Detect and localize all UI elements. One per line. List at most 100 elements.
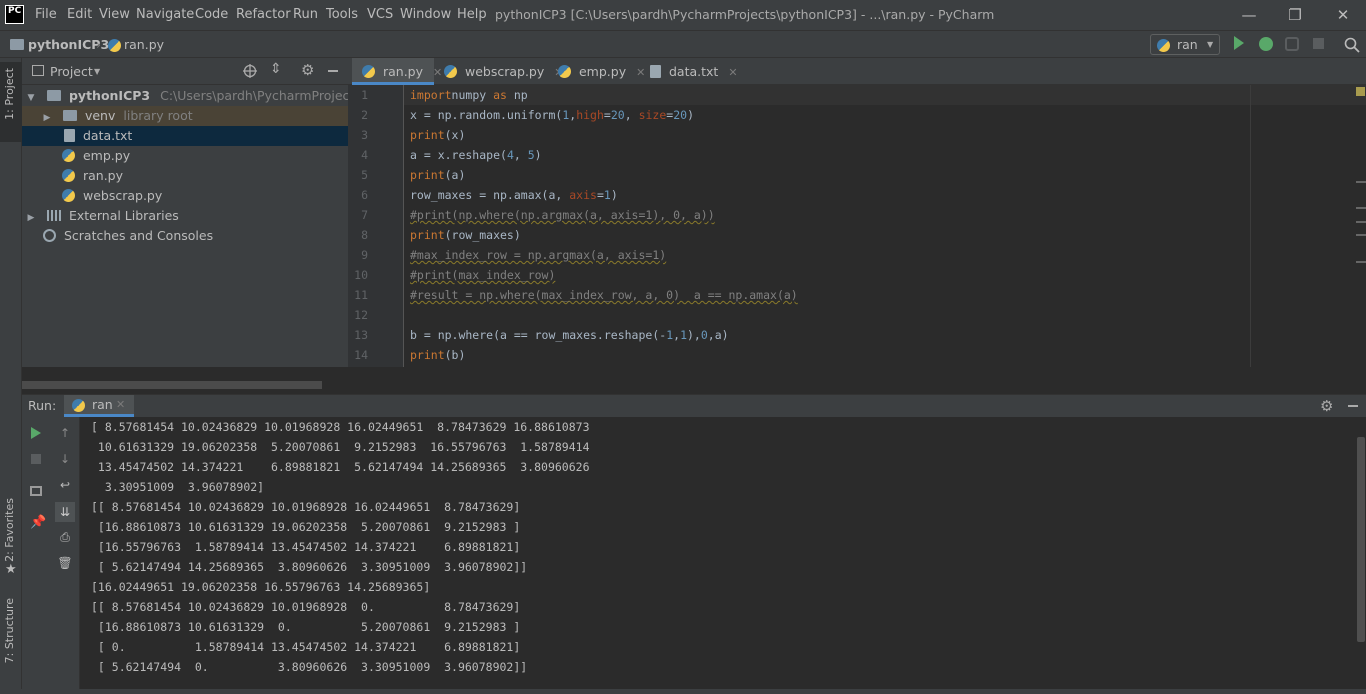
code-line: print(a) <box>410 168 466 182</box>
menu-vcs[interactable]: VCS <box>367 0 393 30</box>
inspection-warning-icon[interactable] <box>1356 87 1365 96</box>
code-editor[interactable]: importnumpy as np x = np.random.uniform(1… <box>404 85 1366 367</box>
tool-tab-structure[interactable]: 7: Structure <box>3 598 19 663</box>
minimize-window-button[interactable]: — <box>1226 0 1272 30</box>
venv-hint: library root <box>123 108 193 123</box>
console-output-line: [16.55796763 1.58789414 13.45474502 14.3… <box>91 540 521 554</box>
python-file-icon <box>62 189 75 202</box>
project-horizontal-scrollbar[interactable] <box>22 381 322 389</box>
status-bar <box>0 689 1366 694</box>
pin-icon[interactable]: 📌 <box>30 515 46 530</box>
project-root-path: C:\Users\pardh\PycharmProjects\python <box>160 88 348 103</box>
tree-row-file[interactable]: ran.py <box>22 166 348 186</box>
code-line: #result = np.where(max_index_row, a, 0) … <box>410 288 798 302</box>
search-icon[interactable] <box>1344 37 1360 53</box>
tree-row-venv[interactable]: ▶ venv library root <box>22 106 348 126</box>
navigation-bar: pythonICP3 › ran.py ran ▼ <box>0 30 1366 58</box>
editor-tab-bar: ran.py ✕ webscrap.py ✕ emp.py ✕ data.txt… <box>348 58 1366 85</box>
project-panel-header: Project ▼ ⇕ ⚙ <box>22 58 348 85</box>
breadcrumb-file[interactable]: ran.py <box>124 31 164 59</box>
rerun-icon[interactable] <box>31 427 41 439</box>
console-output[interactable]: [ 8.57681454 10.02436829 10.01968928 16.… <box>80 417 1352 689</box>
scratches-icon <box>43 229 56 242</box>
menu-window[interactable]: Window <box>400 0 451 30</box>
close-icon[interactable]: ✕ <box>116 395 125 415</box>
close-window-button[interactable]: ✕ <box>1320 0 1366 30</box>
run-icon[interactable] <box>1234 36 1244 50</box>
error-stripe-mark <box>1356 181 1366 183</box>
tab-webscrap-py[interactable]: webscrap.py ✕ <box>434 58 563 85</box>
console-output-line: [ 0. 1.58789414 13.45474502 14.374221 6.… <box>91 640 521 654</box>
code-line: x = np.random.uniform(1,high=20, size=20… <box>410 108 694 122</box>
line-number: 6 <box>361 188 368 202</box>
menu-help[interactable]: Help <box>457 0 487 30</box>
restore-window-button[interactable]: ❐ <box>1272 0 1318 30</box>
menu-refactor[interactable]: Refactor <box>236 0 291 30</box>
scroll-end-icon[interactable]: ⇊ <box>55 502 75 522</box>
pycharm-logo-icon: PC <box>5 5 24 24</box>
globe-icon[interactable] <box>243 64 257 78</box>
menu-tools[interactable]: Tools <box>326 0 358 30</box>
tab-emp-py[interactable]: emp.py ✕ <box>544 58 645 85</box>
close-icon[interactable]: ✕ <box>728 66 737 79</box>
line-number: 1 <box>361 88 368 102</box>
chevron-down-icon: ▼ <box>1207 40 1214 49</box>
tab-label: ran.py <box>382 64 424 79</box>
project-view-selector[interactable]: Project <box>50 58 93 85</box>
project-view-icon <box>32 65 44 76</box>
tree-row-file[interactable]: emp.py <box>22 146 348 166</box>
project-root-name: pythonICP3 <box>68 88 151 103</box>
debug-icon[interactable] <box>1259 37 1273 51</box>
code-line: b = np.where(a == row_maxes.reshape(-1,1… <box>410 328 729 342</box>
collapsed-arrow-icon: ▶ <box>43 113 51 123</box>
tool-tab-favorites[interactable]: 2: Favorites <box>3 498 19 562</box>
tree-row-file[interactable]: webscrap.py <box>22 186 348 206</box>
tree-row-file[interactable]: data.txt <box>22 126 348 146</box>
coverage-icon[interactable] <box>1285 37 1299 51</box>
python-file-icon <box>72 399 85 412</box>
run-config-dropdown[interactable]: ran ▼ <box>1150 34 1220 55</box>
file-name: webscrap.py <box>82 188 163 203</box>
console-scroll-thumb[interactable] <box>1357 437 1365 642</box>
left-tool-stripe: 1: Project 2: Favorites ★ 7: Structure <box>0 58 22 694</box>
menu-view[interactable]: View <box>99 0 130 30</box>
console-output-line: [[ 8.57681454 10.02436829 10.01968928 16… <box>91 500 521 514</box>
run-tab-label: ran <box>92 397 113 412</box>
up-icon[interactable]: ↑ <box>57 425 73 441</box>
folder-icon <box>10 39 24 50</box>
soft-wrap-icon[interactable]: ↩ <box>57 477 73 493</box>
menu-edit[interactable]: Edit <box>67 0 92 30</box>
tree-row-project-root[interactable]: ▼ pythonICP3 C:\Users\pardh\PycharmProje… <box>22 86 348 106</box>
folder-icon <box>46 90 61 101</box>
down-icon[interactable]: ↓ <box>57 451 73 467</box>
console-output-line: [16.88610873 10.61631329 0. 5.20070861 9… <box>91 620 521 634</box>
minimize-panel-icon[interactable] <box>1348 405 1358 407</box>
run-tab[interactable]: ran ✕ <box>64 395 134 417</box>
scratches-label: Scratches and Consoles <box>63 228 214 243</box>
tab-data-txt[interactable]: data.txt ✕ <box>636 58 738 85</box>
tool-tab-project[interactable]: 1: Project <box>3 68 19 120</box>
console-output-line: [ 8.57681454 10.02436829 10.01968928 16.… <box>91 420 590 434</box>
menu-navigate[interactable]: Navigate <box>136 0 194 30</box>
tree-row-scratches[interactable]: Scratches and Consoles <box>22 226 348 246</box>
minimize-panel-icon[interactable] <box>328 70 338 72</box>
library-icon <box>46 210 61 221</box>
tree-row-external-libraries[interactable]: ▶ External Libraries <box>22 206 348 226</box>
favorites-star-icon: ★ <box>5 562 17 577</box>
trash-icon[interactable]: 🗑 <box>57 555 73 571</box>
tab-ran-py[interactable]: ran.py ✕ <box>352 58 442 85</box>
gear-icon[interactable]: ⚙ <box>301 61 314 79</box>
menu-run[interactable]: Run <box>293 0 318 30</box>
line-number-gutter: 1 2 3 4 5 6 7 8 9 10 11 12 13 14 <box>348 85 404 367</box>
right-margin-guide <box>1250 85 1251 367</box>
menu-file[interactable]: File <box>35 0 57 30</box>
gear-icon[interactable]: ⚙ <box>1320 395 1333 417</box>
stop-icon[interactable] <box>1313 38 1324 49</box>
stop-icon[interactable] <box>31 454 41 464</box>
print-icon[interactable]: ⎙ <box>57 529 73 545</box>
collapse-icon[interactable]: ⇕ <box>270 61 282 77</box>
breadcrumb-separator: › <box>96 37 101 52</box>
layout-icon[interactable] <box>30 486 42 496</box>
menu-code[interactable]: Code <box>195 0 228 30</box>
chevron-down-icon[interactable]: ▼ <box>94 58 100 85</box>
